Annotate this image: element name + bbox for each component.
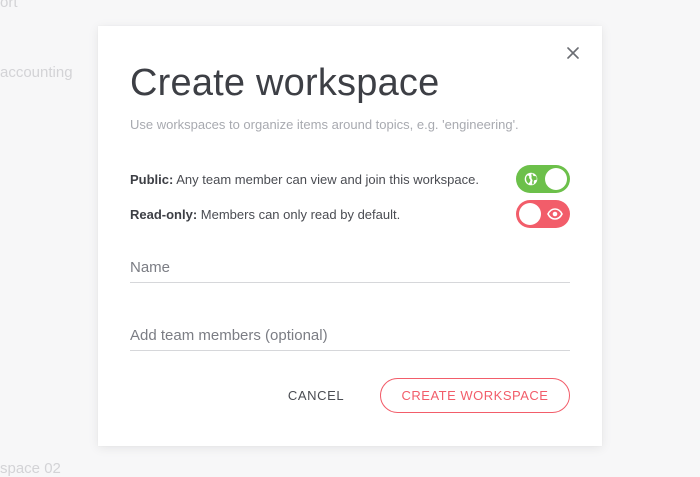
background-text: space 02 <box>0 460 61 477</box>
background-text: ort <box>0 0 18 11</box>
readonly-toggle[interactable] <box>516 200 570 228</box>
dialog-subtitle: Use workspaces to organize items around … <box>130 117 519 132</box>
public-description: Any team member can view and join this w… <box>173 171 479 187</box>
background-text: accounting <box>0 64 73 81</box>
readonly-setting-text: Read-only: Members can only read by defa… <box>130 207 400 222</box>
create-workspace-button[interactable]: CREATE WORKSPACE <box>380 378 570 413</box>
public-toggle[interactable] <box>516 165 570 193</box>
team-members-input[interactable] <box>130 321 570 351</box>
create-workspace-dialog: Create workspace Use workspaces to organ… <box>98 26 602 446</box>
public-label: Public: <box>130 171 174 187</box>
public-setting-text: Public: Any team member can view and joi… <box>130 172 479 187</box>
toggle-knob <box>545 168 567 190</box>
readonly-description: Members can only read by default. <box>197 206 401 222</box>
name-input[interactable] <box>130 253 570 283</box>
toggle-knob <box>519 203 541 225</box>
dialog-title: Create workspace <box>130 62 440 104</box>
globe-icon <box>523 171 539 187</box>
readonly-label: Read-only: <box>130 206 198 222</box>
public-setting-row: Public: Any team member can view and joi… <box>130 165 570 193</box>
eye-icon <box>547 206 563 222</box>
close-button[interactable] <box>562 42 584 64</box>
readonly-setting-row: Read-only: Members can only read by defa… <box>130 200 570 228</box>
close-icon <box>567 47 579 59</box>
cancel-button[interactable]: CANCEL <box>280 378 352 412</box>
